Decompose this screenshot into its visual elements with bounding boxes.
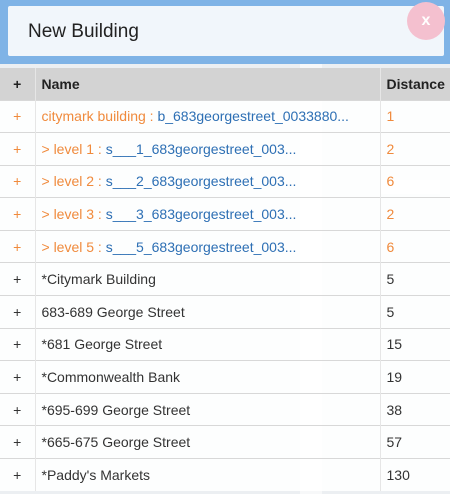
building-name-cell: > level 5 : s___5_683georgestreet_003...	[35, 229, 381, 263]
building-name: 683-689 George Street	[41, 303, 185, 320]
distance-cell: 19	[380, 360, 450, 394]
add-row-button[interactable]: +	[0, 262, 36, 296]
add-row-button[interactable]: +	[0, 425, 36, 459]
building-name-cell: *681 George Street	[35, 327, 381, 361]
table-row[interactable]: + *695-699 George Street 38	[0, 392, 450, 426]
building-code: s___2_683georgestreet_003...	[105, 173, 297, 190]
dialog-title-bar: New Building	[8, 6, 444, 56]
building-name-cell: > level 1 : s___1_683georgestreet_003...	[35, 132, 381, 166]
distance-cell: 2	[380, 132, 450, 166]
building-name-cell: > level 2 : s___2_683georgestreet_003...	[35, 164, 381, 198]
building-code: b_683georgestreet_0033880...	[157, 108, 349, 125]
distance-cell: 6	[380, 229, 450, 263]
add-row-button[interactable]: +	[0, 164, 36, 198]
building-name: citymark building :	[41, 108, 158, 125]
distance-cell: 1	[380, 99, 450, 133]
building-name-cell: *Paddy's Markets	[35, 458, 381, 492]
table-row[interactable]: + > level 1 : s___1_683georgestreet_003..…	[0, 132, 450, 166]
add-column-header: +	[0, 68, 36, 100]
distance-cell: 6	[380, 164, 450, 198]
add-row-button[interactable]: +	[0, 197, 36, 231]
building-name: *Paddy's Markets	[41, 467, 151, 484]
table-row[interactable]: + > level 5 : s___5_683georgestreet_003..…	[0, 229, 450, 263]
distance-cell: 38	[380, 392, 450, 426]
distance-cell: 15	[380, 327, 450, 361]
add-row-button[interactable]: +	[0, 360, 36, 394]
close-button[interactable]: x	[407, 2, 445, 40]
building-name: *681 George Street	[41, 336, 163, 353]
distance-cell: 2	[380, 197, 450, 231]
table-row[interactable]: + citymark building : b_683georgestreet_0…	[0, 99, 450, 133]
distance-cell: 130	[380, 458, 450, 492]
distance-cell: 5	[380, 262, 450, 296]
building-name: *Commonwealth Bank	[41, 369, 181, 386]
table-row[interactable]: + *681 George Street 15	[0, 327, 450, 361]
building-name-cell: *695-699 George Street	[35, 392, 381, 426]
table-row[interactable]: +683-689 George Street 5	[0, 295, 450, 329]
dialog-header: New Building x	[0, 0, 450, 64]
building-code: s___3_683georgestreet_003...	[105, 206, 297, 223]
add-row-button[interactable]: +	[0, 392, 36, 426]
building-name-cell: citymark building : b_683georgestreet_00…	[35, 99, 381, 133]
building-name: *695-699 George Street	[41, 401, 191, 418]
building-name-cell: *Citymark Building	[35, 262, 381, 296]
add-row-button[interactable]: +	[0, 132, 36, 166]
add-row-button[interactable]: +	[0, 295, 36, 329]
building-name: > level 3 :	[41, 206, 106, 223]
building-table: + Name Distance + citymark building : b_6…	[0, 68, 450, 492]
new-building-panel: New Building x + Name Distance + citymark…	[0, 0, 450, 494]
building-name: *665-675 George Street	[41, 434, 191, 451]
building-name-cell: *665-675 George Street	[35, 425, 381, 459]
distance-column-header[interactable]: Distance	[380, 68, 450, 100]
table-row[interactable]: + *Paddy's Markets 130	[0, 458, 450, 492]
add-row-button[interactable]: +	[0, 229, 36, 263]
distance-cell: 5	[380, 295, 450, 329]
table-row[interactable]: + *Commonwealth Bank 19	[0, 360, 450, 394]
table-row[interactable]: + *665-675 George Street 57	[0, 425, 450, 459]
table-header-row: + Name Distance	[0, 68, 450, 100]
add-row-button[interactable]: +	[0, 458, 36, 492]
building-name: > level 1 :	[41, 140, 106, 157]
building-name: *Citymark Building	[41, 271, 156, 288]
distance-cell: 57	[380, 425, 450, 459]
table-row[interactable]: + *Citymark Building 5	[0, 262, 450, 296]
table-row[interactable]: + > level 2 : s___2_683georgestreet_003..…	[0, 164, 450, 198]
building-name-cell: 683-689 George Street	[35, 295, 381, 329]
add-row-button[interactable]: +	[0, 327, 36, 361]
table-row[interactable]: + > level 3 : s___3_683georgestreet_003..…	[0, 197, 450, 231]
building-code: s___5_683georgestreet_003...	[105, 238, 297, 255]
building-name: > level 5 :	[41, 238, 106, 255]
building-name-cell: *Commonwealth Bank	[35, 360, 381, 394]
dialog-title: New Building	[28, 21, 139, 42]
building-name-cell: > level 3 : s___3_683georgestreet_003...	[35, 197, 381, 231]
add-row-button[interactable]: +	[0, 99, 36, 133]
building-code: s___1_683georgestreet_003...	[105, 140, 297, 157]
name-column-header[interactable]: Name	[35, 68, 381, 100]
building-name: > level 2 :	[41, 173, 106, 190]
